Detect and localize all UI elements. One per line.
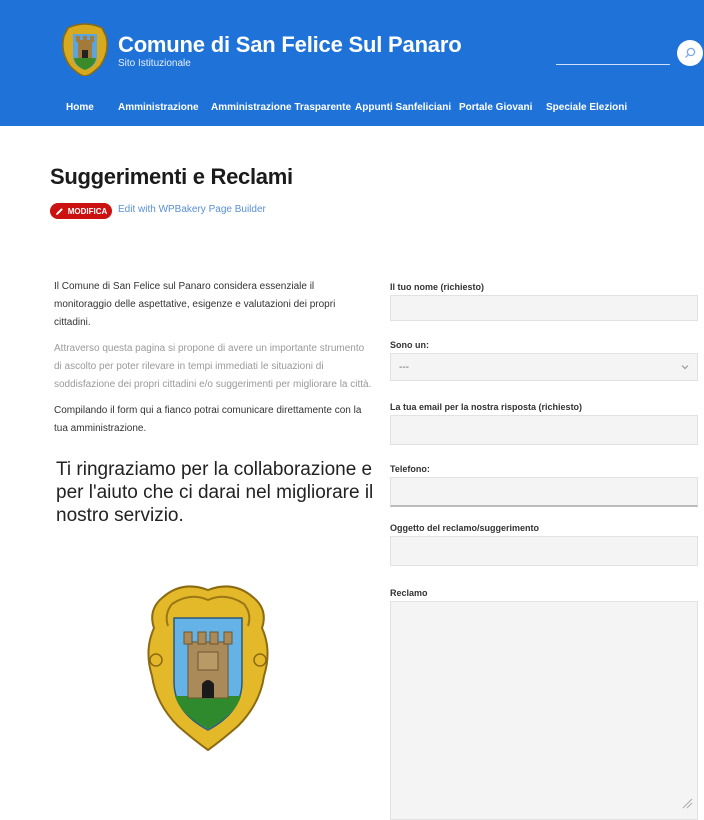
phone-field[interactable]: [390, 477, 698, 507]
intro-paragraph-3: Compilando il form qui a fianco potrai c…: [54, 405, 362, 434]
intro-paragraph-2: Attraverso questa pagina si propone di a…: [54, 343, 372, 390]
subject-field[interactable]: [390, 536, 698, 566]
nav-item-portale-giovani[interactable]: Portale Giovani: [459, 102, 532, 113]
resize-handle-icon[interactable]: [681, 797, 693, 809]
nav-item-appunti-sanfeliciani[interactable]: Appunti Sanfeliciani: [355, 102, 451, 113]
name-label: Il tuo nome (richiesto): [390, 282, 485, 292]
sono-label: Sono un:: [390, 340, 429, 350]
phone-label: Telefono:: [390, 464, 430, 474]
edit-button-label: MODIFICA: [67, 206, 108, 216]
email-field[interactable]: [390, 415, 698, 445]
name-field[interactable]: [390, 295, 698, 321]
site-subtitle: Sito Istituzionale: [118, 58, 191, 69]
sono-select-value: ---: [399, 361, 409, 373]
thanks-heading: Ti ringraziamo per la collaborazione e p…: [56, 459, 374, 526]
search-button[interactable]: [677, 40, 703, 66]
complaint-textarea[interactable]: [390, 601, 698, 820]
nav-item-home[interactable]: Home: [66, 102, 94, 113]
site-header: Comune di San Felice Sul Panaro Sito Ist…: [0, 0, 704, 126]
page-title: Suggerimenti e Reclami: [50, 164, 293, 189]
complaint-label: Reclamo: [390, 588, 428, 598]
sono-select[interactable]: ---: [390, 353, 698, 381]
coat-of-arms-icon: [147, 585, 269, 752]
site-title[interactable]: Comune di San Felice Sul Panaro: [118, 32, 462, 58]
subject-label: Oggetto del reclamo/suggerimento: [390, 523, 540, 533]
nav-item-speciale-elezioni[interactable]: Speciale Elezioni: [546, 102, 627, 113]
search-icon: [685, 47, 696, 58]
nav-item-amministrazione-trasparente[interactable]: Amministrazione Trasparente: [211, 102, 351, 113]
nav-item-amministrazione[interactable]: Amministrazione: [118, 102, 199, 113]
main-nav: Home Amministrazione Amministrazione Tra…: [0, 102, 704, 120]
search-input[interactable]: [556, 64, 670, 65]
edit-page-builder-link[interactable]: Edit with WPBakery Page Builder: [118, 204, 266, 215]
edit-button[interactable]: MODIFICA: [50, 203, 112, 219]
site-logo-icon[interactable]: [60, 22, 110, 76]
intro-text: Il Comune di San Felice sul Panaro consi…: [54, 278, 372, 446]
email-label: La tua email per la nostra risposta (ric…: [390, 402, 583, 412]
chevron-down-icon: [681, 365, 689, 370]
pencil-icon: [55, 207, 63, 215]
intro-paragraph-1: Il Comune di San Felice sul Panaro consi…: [54, 281, 336, 328]
